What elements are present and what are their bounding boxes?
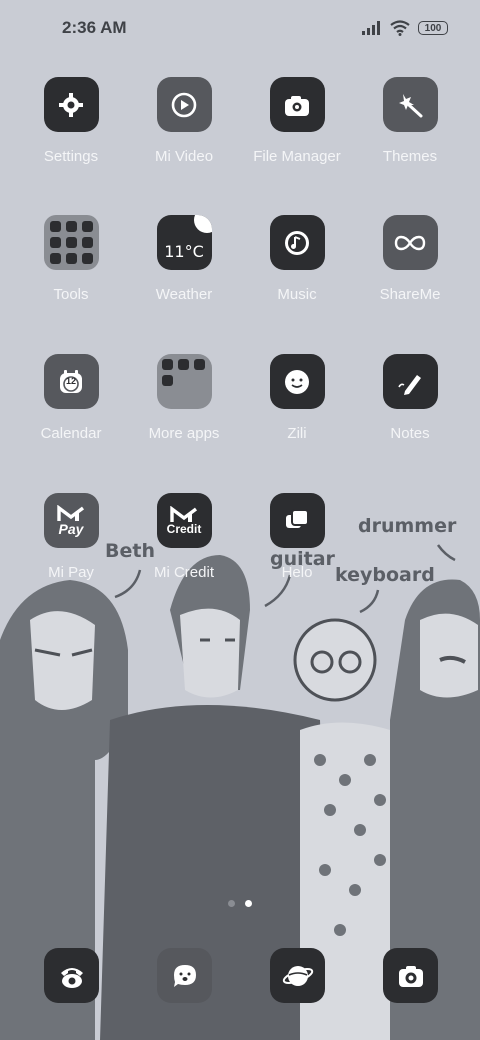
mi-credit-badge: Credit [166,521,202,536]
app-label: Zili [287,425,307,442]
page-indicator [0,900,480,907]
folder-mini-icon [49,253,61,264]
dock-phone[interactable] [44,948,99,1003]
app-mi-video[interactable]: Mi Video [129,77,239,165]
folder-mini-icon [161,359,173,370]
folder-mini-icon [49,221,61,232]
music-icon [269,215,325,270]
app-label: Tools [53,286,89,303]
app-label: File Manager [253,148,341,165]
weather-temperature: 11°C [164,242,204,261]
app-label: Weather [155,286,213,303]
app-label: Mi Pay [48,564,94,581]
status-time: 2:36 AM [62,18,127,37]
mi-pay-badge: Pay [58,520,84,537]
app-settings[interactable]: Settings [16,77,126,165]
status-icons: 100 [362,20,448,36]
app-shareme[interactable]: ShareMe [355,215,465,303]
folder-mini-icon [65,221,77,232]
folder-mini-icon [65,237,77,248]
app-file-manager[interactable]: File Manager [242,77,352,165]
app-label: Helo [281,564,313,581]
chat-bubbles-icon [269,493,325,548]
battery-indicator: 100 [418,21,448,35]
app-label: Mi Credit [153,564,214,581]
app-label: Calendar [40,425,102,442]
app-label: Settings [43,148,99,165]
app-notes[interactable]: Notes [355,354,465,442]
gear-icon [43,77,99,132]
folder-mini-icon [81,253,93,264]
mi-pay-icon: Pay [43,493,99,548]
folder-mini-icon [177,359,189,370]
magic-wand-icon [382,77,438,132]
calendar-day: 12 [65,376,76,386]
app-label: Themes [382,148,438,165]
app-label: Mi Video [154,148,214,165]
page-dot-active[interactable] [245,900,252,907]
folder-mini-icon [65,253,77,264]
app-helo[interactable]: Helo [242,493,352,581]
folder-mini-icon [81,237,93,248]
mi-credit-icon: Credit [156,493,212,548]
dock-messages[interactable] [157,948,212,1003]
phone-icon [60,967,83,988]
app-calendar[interactable]: 12 Calendar [16,354,126,442]
camera-icon [398,965,423,987]
dock-browser[interactable] [270,948,325,1003]
signal-icon [362,21,380,35]
zili-face-icon [269,354,325,409]
calendar-icon: 12 [43,354,99,409]
wifi-icon [390,20,410,36]
folder-camera-icon [269,77,325,132]
app-label: More apps [148,425,220,442]
pencil-icon [382,354,438,409]
wallpaper-text-drummer: drummer [358,515,457,537]
app-weather[interactable]: 11°C Weather [129,215,239,303]
status-bar: 2:36 AM 100 [0,0,480,56]
play-icon [156,77,212,132]
app-label: Notes [390,425,430,442]
message-face-icon [173,964,196,987]
sun-icon [193,215,212,233]
app-tools[interactable]: Tools [16,215,126,303]
folder-mini-icon [161,375,173,386]
app-more-apps[interactable]: More apps [129,354,239,442]
dock-camera[interactable] [383,948,438,1003]
app-themes[interactable]: Themes [355,77,465,165]
page-dot[interactable] [228,900,235,907]
app-zili[interactable]: Zili [242,354,352,442]
weather-icon: 11°C [156,215,212,270]
more-apps-folder-icon [156,354,212,409]
app-mi-pay[interactable]: Pay Mi Pay [16,493,126,581]
folder-mini-icon [49,237,61,248]
folder-mini-icon [81,221,93,232]
app-label: ShareMe [379,286,441,303]
app-label: Music [277,286,317,303]
app-mi-credit[interactable]: Credit Mi Credit [129,493,239,581]
infinity-icon [382,215,438,270]
folder-mini-icon [193,359,205,370]
tools-folder-icon [43,215,99,270]
app-music[interactable]: Music [242,215,352,303]
planet-icon [282,965,313,986]
